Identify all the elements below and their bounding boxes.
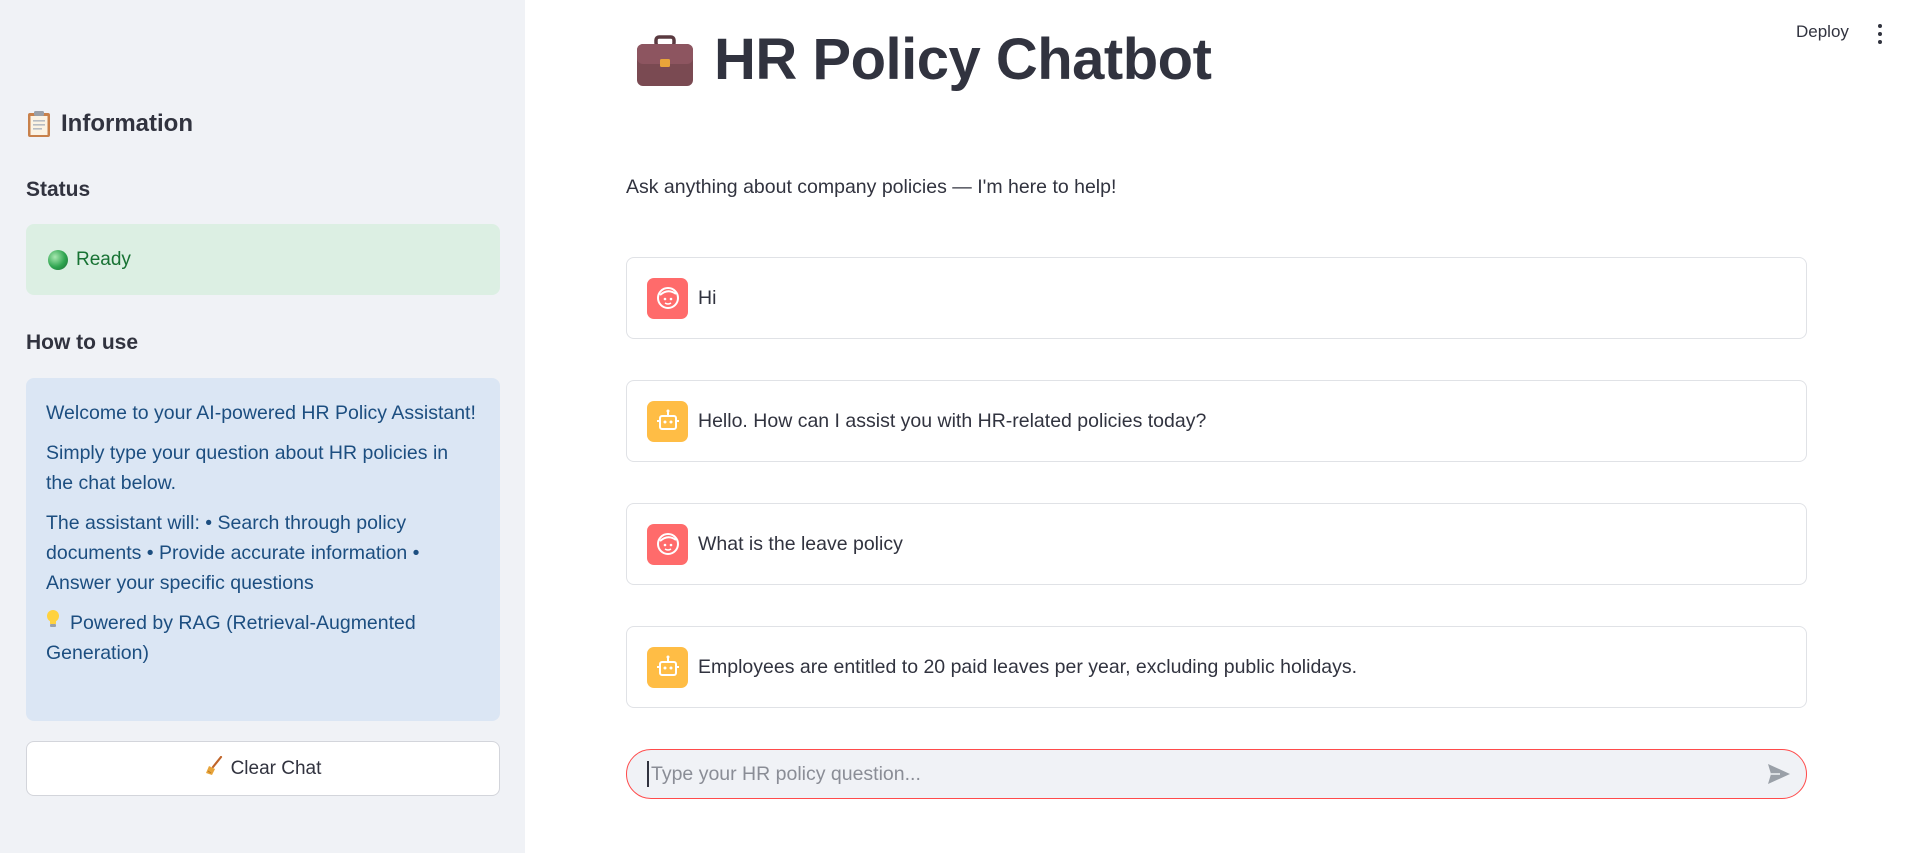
info-paragraph: Welcome to your AI-powered HR Policy Ass… <box>46 402 476 424</box>
chat-input-container <box>626 749 1807 799</box>
status-heading: Status <box>26 178 91 201</box>
user-avatar-icon <box>647 277 688 319</box>
bot-avatar-icon <box>647 646 688 688</box>
info-paragraph: Simply type your question about HR polic… <box>46 442 449 494</box>
kebab-menu-icon[interactable] <box>1876 24 1884 44</box>
broom-icon <box>205 755 223 782</box>
status-text: Ready <box>76 248 131 270</box>
chat-message-user: What is the leave policy <box>626 503 1807 585</box>
bot-avatar-icon <box>647 400 688 442</box>
clipboard-icon <box>27 110 51 138</box>
message-text: Hi <box>698 286 717 309</box>
sidebar-title-text: Information <box>61 110 193 137</box>
chat-input[interactable] <box>647 761 1766 787</box>
deploy-button[interactable]: Deploy <box>1796 22 1849 42</box>
send-icon[interactable] <box>1766 762 1792 786</box>
clear-chat-label: Clear Chat <box>230 757 322 779</box>
page-title: HR Policy Chatbot <box>636 26 1212 93</box>
message-text: Employees are entitled to 20 paid leaves… <box>698 655 1358 678</box>
lightbulb-icon <box>46 608 62 638</box>
chat-message-assistant: Hello. How can I assist you with HR-rela… <box>626 380 1807 462</box>
clear-chat-button[interactable]: Clear Chat <box>26 741 500 796</box>
sidebar: Information Status Ready How to use Welc… <box>0 0 525 853</box>
powered-text: Powered by RAG (Retrieval-Augmented Gene… <box>46 612 416 664</box>
page-subtitle: Ask anything about company policies — I'… <box>626 176 1117 198</box>
info-paragraph-powered: Powered by RAG (Retrieval-Augmented Gene… <box>46 608 480 668</box>
briefcase-icon <box>636 34 694 86</box>
howto-heading: How to use <box>26 331 139 354</box>
message-text: Hello. How can I assist you with HR-rela… <box>698 409 1207 432</box>
sidebar-title: Information <box>27 110 193 138</box>
info-box: Welcome to your AI-powered HR Policy Ass… <box>26 378 500 721</box>
info-paragraph: The assistant will: • Search through pol… <box>46 512 420 594</box>
status-badge: Ready <box>26 224 500 295</box>
user-avatar-icon <box>647 523 688 565</box>
chat-message-user: Hi <box>626 257 1807 339</box>
page-title-text: HR Policy Chatbot <box>714 27 1212 92</box>
message-text: What is the leave policy <box>698 532 903 555</box>
green-dot-icon <box>48 249 68 270</box>
chat-message-assistant: Employees are entitled to 20 paid leaves… <box>626 626 1807 708</box>
